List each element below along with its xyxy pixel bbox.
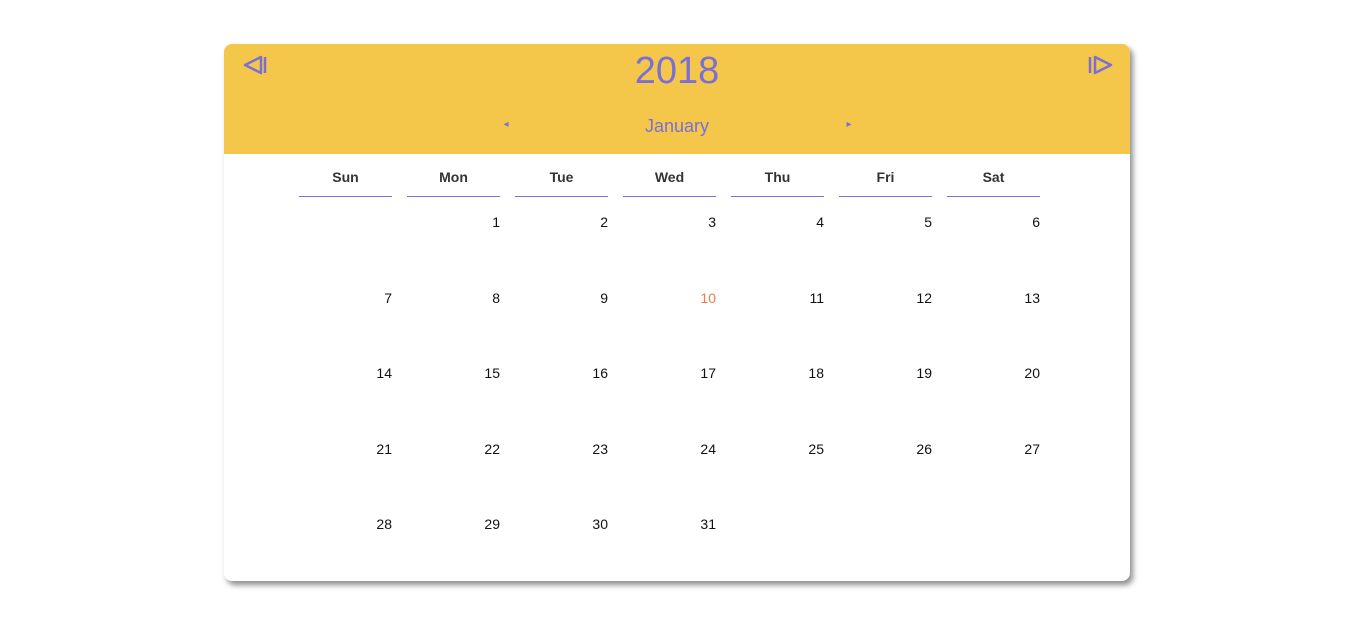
day-cell[interactable]: 22 [407,431,500,467]
day-cell[interactable]: 8 [407,280,500,316]
day-cell[interactable]: 21 [299,431,392,467]
day-cell[interactable]: 4 [731,204,824,240]
next-year-button[interactable] [1087,54,1115,78]
day-cell[interactable]: 12 [839,280,932,316]
day-cell[interactable]: 14 [299,355,392,391]
weekday-tue: Tue [515,154,608,197]
day-cell[interactable]: 26 [839,431,932,467]
calendar-widget: 2018 ◂ January ▸ Sun Mon Tue Wed Thu Fri Sat 1… [224,44,1130,581]
year-title: 2018 [634,50,720,92]
day-cell[interactable]: 20 [947,355,1040,391]
day-cell[interactable]: 6 [947,204,1040,240]
day-cell[interactable]: 30 [515,506,608,542]
day-cell[interactable]: 7 [299,280,392,316]
day-cell-today[interactable]: 10 [623,280,716,316]
day-cell[interactable]: 28 [299,506,392,542]
day-cell[interactable]: 15 [407,355,500,391]
day-cell[interactable]: 9 [515,280,608,316]
month-header: ◂ January ▸ [224,102,1130,154]
day-cell[interactable]: 31 [623,506,716,542]
day-cell[interactable]: 19 [839,355,932,391]
day-cell[interactable]: 1 [407,204,500,240]
weekday-sun: Sun [299,154,392,197]
next-month-button[interactable]: ▸ [842,118,856,132]
day-cell[interactable]: 24 [623,431,716,467]
weekday-wed: Wed [623,154,716,197]
day-cell[interactable]: 27 [947,431,1040,467]
day-cell[interactable]: 29 [407,506,500,542]
month-title: January [644,116,710,136]
weekday-header-row: Sun Mon Tue Wed Thu Fri Sat [299,154,1040,197]
double-right-triangle-icon [1088,55,1113,75]
day-cell[interactable]: 5 [839,204,932,240]
day-cell[interactable]: 18 [731,355,824,391]
year-header: 2018 [224,44,1130,102]
day-cell[interactable]: 25 [731,431,824,467]
weekday-sat: Sat [947,154,1040,197]
weekday-mon: Mon [407,154,500,197]
day-cell[interactable]: 23 [515,431,608,467]
day-cell[interactable]: 11 [731,280,824,316]
day-cell[interactable]: 17 [623,355,716,391]
day-cell[interactable]: 13 [947,280,1040,316]
day-cell[interactable]: 2 [515,204,608,240]
day-cell[interactable]: 3 [623,204,716,240]
day-cell[interactable]: 16 [515,355,608,391]
weekday-fri: Fri [839,154,932,197]
weekday-thu: Thu [731,154,824,197]
